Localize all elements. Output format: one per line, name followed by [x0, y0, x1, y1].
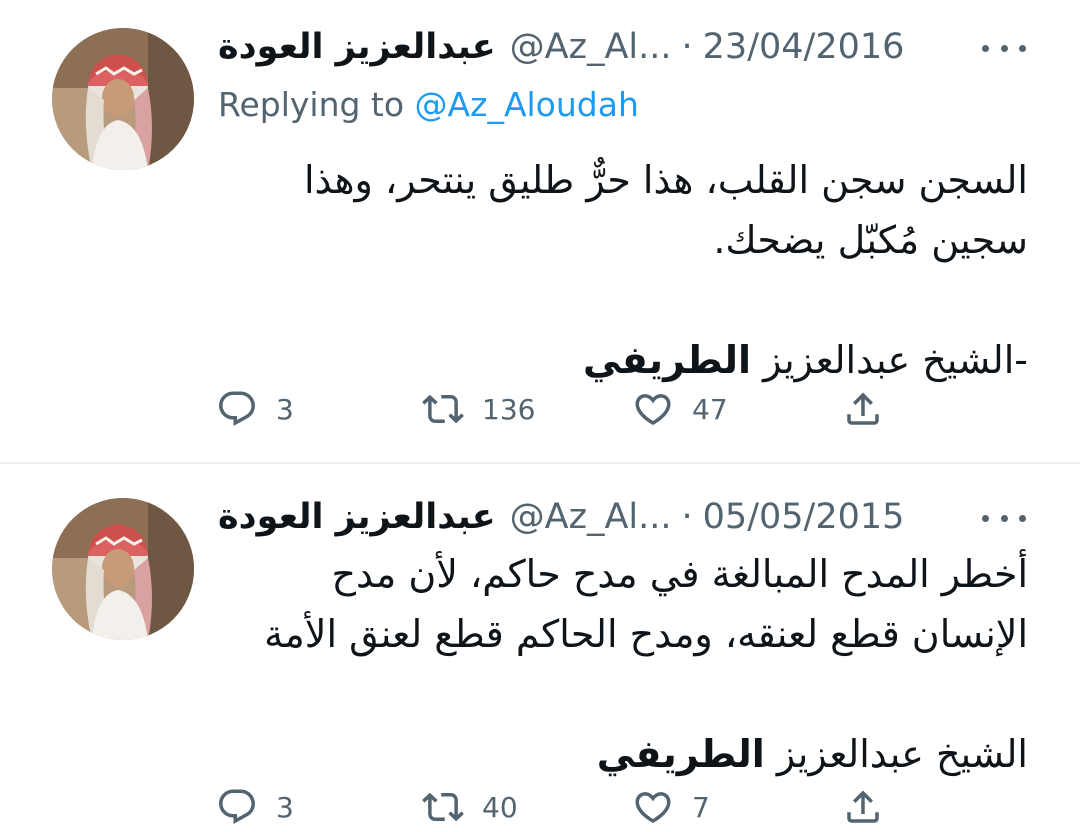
tweet-text-line: الإنسان قطع لعنقه، ومدح الحاكم قطع لعنق …: [264, 612, 1028, 656]
share-icon: [847, 392, 879, 425]
reply-count: 3: [276, 790, 294, 824]
share-button[interactable]: [842, 384, 884, 434]
tweet-text: السجن سجن القلب، هذا حرٌّ طليق ينتحر، وه…: [238, 150, 1028, 390]
tweet-header: عبدالعزيز العودة @Az_Al... · 05/05/2015: [218, 494, 904, 540]
tweet-text-line: أخطر المدح المبالغة في مدح حاكم، لأن مدح: [331, 552, 1028, 596]
tweet[interactable]: عبدالعزيز العودة @Az_Al... · 23/04/2016 …: [0, 0, 1080, 462]
separator-dot: ·: [681, 497, 693, 537]
tweet-date[interactable]: 05/05/2015: [703, 494, 905, 540]
reply-button[interactable]: 3: [216, 384, 294, 434]
avatar-photo: [52, 498, 194, 640]
reply-count: 3: [276, 392, 294, 426]
reply-icon: [219, 391, 255, 426]
tweet-text: أخطر المدح المبالغة في مدح حاكم، لأن مدح…: [238, 544, 1028, 784]
retweet-icon: [422, 792, 464, 822]
retweet-count: 40: [482, 790, 518, 824]
heart-icon: [635, 394, 671, 426]
replying-mention-link[interactable]: @Az_Aloudah: [415, 85, 639, 124]
share-icon: [847, 790, 879, 823]
retweet-icon: [422, 394, 464, 424]
like-count: 7: [692, 790, 710, 824]
signature-bold: الطريفي: [583, 338, 752, 382]
tweet-actions: 3 136 47: [212, 384, 902, 434]
signature-bold: الطريفي: [596, 732, 765, 776]
tweet-text-line: سجين مُكبّل يضحك.: [713, 218, 1028, 262]
author-handle[interactable]: @Az_Al...: [510, 494, 672, 540]
tweet-date[interactable]: 23/04/2016: [703, 24, 905, 70]
avatar-photo: [52, 28, 194, 170]
tweet-text-line: السجن سجن القلب، هذا حرٌّ طليق ينتحر، وه…: [303, 158, 1028, 202]
avatar[interactable]: [52, 498, 194, 640]
tweet-signature: الشيخ عبدالعزيز الطريفي: [238, 724, 1028, 784]
tweet-signature: -الشيخ عبدالعزيز الطريفي: [238, 330, 1028, 390]
more-options-icon[interactable]: [982, 508, 1026, 528]
like-count: 47: [692, 392, 728, 426]
like-button[interactable]: 47: [632, 384, 728, 434]
avatar[interactable]: [52, 28, 194, 170]
author-name[interactable]: عبدالعزيز العودة: [218, 494, 496, 540]
replying-prefix: Replying to: [218, 85, 415, 124]
tweet-feed: عبدالعزيز العودة @Az_Al... · 23/04/2016 …: [0, 0, 1080, 825]
reply-icon: [219, 789, 255, 824]
retweet-count: 136: [482, 392, 536, 426]
tweet[interactable]: عبدالعزيز العودة @Az_Al... · 05/05/2015 …: [0, 464, 1080, 825]
separator-dot: ·: [681, 27, 693, 67]
author-handle[interactable]: @Az_Al...: [510, 24, 672, 70]
retweet-button[interactable]: 136: [422, 384, 535, 434]
author-name[interactable]: عبدالعزيز العودة: [218, 24, 496, 70]
more-options-icon[interactable]: [982, 38, 1026, 58]
signature-prefix: الشيخ عبدالعزيز: [764, 732, 1028, 776]
replying-to: Replying to @Az_Aloudah: [218, 82, 639, 128]
tweet-header: عبدالعزيز العودة @Az_Al... · 23/04/2016: [218, 24, 904, 70]
signature-prefix: -الشيخ عبدالعزيز: [751, 338, 1028, 382]
heart-icon: [635, 792, 671, 824]
